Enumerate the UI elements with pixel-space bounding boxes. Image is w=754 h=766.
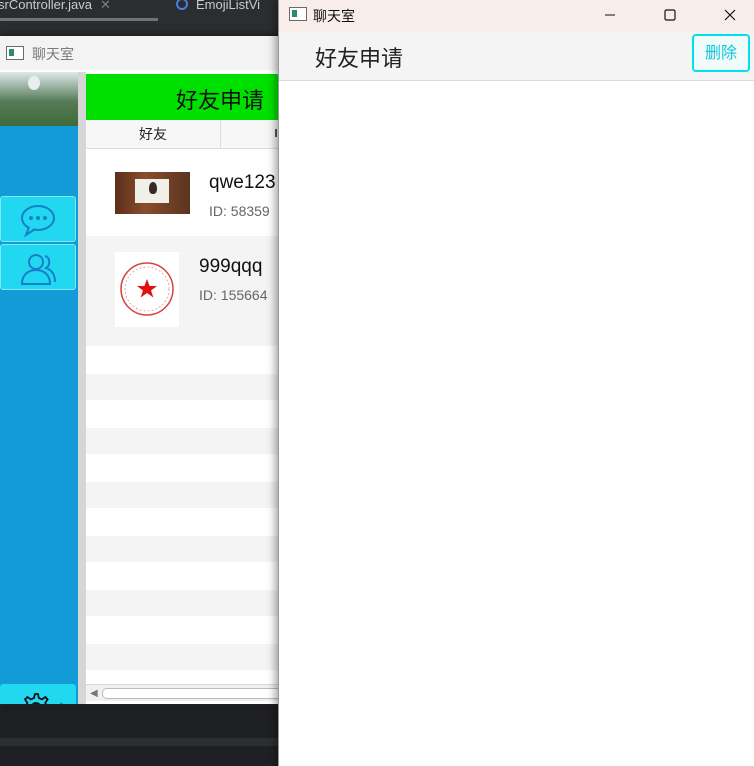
window-title: 聊天室: [313, 8, 355, 24]
friend-tabs: 好友: [86, 120, 300, 149]
split-divider[interactable]: [78, 72, 86, 704]
window-titlebar[interactable]: 聊天室: [0, 36, 300, 70]
friend-list-item[interactable]: qwe123 ID: 58359: [86, 150, 300, 236]
ide-tab[interactable]: EmojiListVi: [176, 0, 260, 16]
friend-name: 999qqq: [199, 256, 263, 277]
friend-request-window: 聊天室 好友申请 删除: [278, 0, 754, 766]
close-icon: [724, 9, 736, 21]
caret-right-icon: [60, 702, 67, 704]
friend-avatar: [115, 172, 190, 214]
tab-friends[interactable]: 好友: [86, 120, 221, 148]
app-icon: [6, 46, 24, 60]
empty-list-row: [86, 428, 300, 454]
ide-tab[interactable]: srController.java ✕: [0, 0, 111, 16]
page-title: 好友申请: [315, 46, 404, 71]
ide-bottom-panel: [0, 706, 280, 766]
scroll-left-icon[interactable]: ◀: [90, 688, 98, 699]
contacts-button[interactable]: [0, 244, 76, 290]
empty-list-row: [86, 644, 300, 670]
chat-bubble-icon: [21, 205, 55, 238]
empty-list-row: [86, 536, 300, 562]
close-button[interactable]: [707, 0, 753, 30]
minimize-icon: [605, 14, 615, 16]
gear-icon: [23, 693, 49, 704]
friend-avatar: [115, 252, 179, 327]
contacts-icon: [20, 254, 56, 285]
request-list: [279, 81, 754, 766]
chat-main-window: 聊天室 好友申请 好友 qwe123 ID: 58359 999qqq ID: …: [0, 36, 300, 704]
ide-tab-label: EmojiListVi: [196, 0, 261, 12]
java-file-icon: [176, 0, 188, 10]
user-avatar[interactable]: [0, 72, 78, 126]
app-icon: [289, 7, 307, 21]
empty-list-row: [86, 590, 300, 616]
minimize-button[interactable]: [587, 0, 633, 30]
empty-list-row: [86, 482, 300, 508]
friend-id: ID: 58359: [209, 203, 270, 219]
friend-id: ID: 155664: [199, 287, 268, 303]
seal-stamp-icon: [120, 262, 174, 316]
maximize-icon: [664, 9, 676, 21]
window-title: 聊天室: [32, 46, 74, 62]
empty-list-row: [86, 374, 300, 400]
ide-tab-label: srController.java: [0, 0, 92, 12]
maximize-button[interactable]: [647, 0, 693, 30]
panel-title: 好友申请: [176, 88, 265, 113]
delete-button[interactable]: 删除: [692, 34, 750, 72]
close-icon[interactable]: ✕: [100, 0, 111, 12]
panel-header: 好友申请: [86, 74, 300, 120]
friend-name: qwe123: [209, 172, 276, 193]
friend-list-item[interactable]: 999qqq ID: 155664: [86, 236, 300, 346]
chat-button[interactable]: [0, 196, 76, 242]
friends-panel: 好友申请 好友 qwe123 ID: 58359 999qqq ID: 1556…: [86, 72, 300, 704]
sidebar: [0, 72, 78, 704]
horizontal-scrollbar[interactable]: ◀: [86, 684, 300, 701]
window-titlebar[interactable]: 聊天室: [279, 0, 754, 32]
scrollbar-thumb[interactable]: [102, 688, 300, 699]
page-header: 好友申请 删除: [279, 32, 754, 81]
settings-button[interactable]: [0, 684, 76, 704]
ide-active-tab-indicator: [0, 18, 158, 21]
ide-scrollbar[interactable]: [0, 738, 280, 746]
